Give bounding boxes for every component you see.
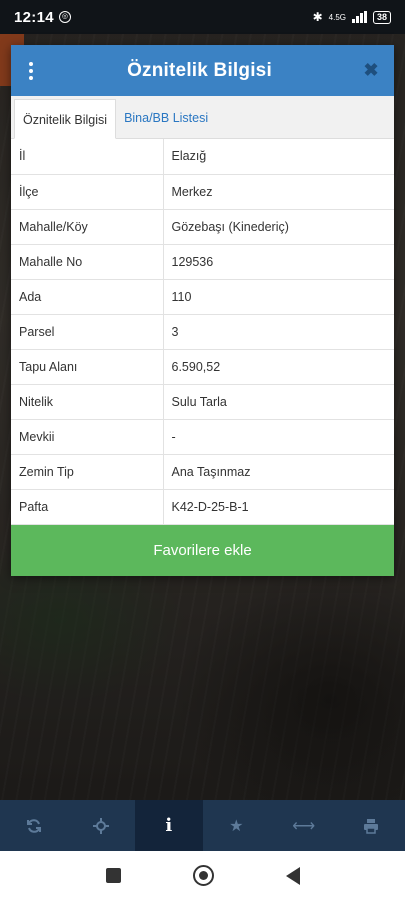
attribute-value: K42-D-25-B-1 [163,489,394,525]
attribute-key: Ada [11,279,164,315]
refresh-icon[interactable] [0,800,68,851]
table-row: İlçe Merkez [11,174,394,210]
menu-icon[interactable] [11,61,51,80]
status-time: 12:14 [14,8,54,26]
attribute-key: Zemin Tip [11,454,164,490]
bluetooth-icon: ✱ [312,10,323,24]
table-row: Pafta K42-D-25-B-1 [11,489,394,525]
attribute-key: Nitelik [11,384,164,420]
locate-icon[interactable] [68,800,136,851]
table-row: Mahalle No 129536 [11,244,394,280]
star-icon[interactable]: ★ [203,800,271,851]
attribute-value: Elazığ [163,139,394,175]
add-favorite-button[interactable]: Favorilere ekle [11,525,394,576]
attribute-key: Mahalle/Köy [11,209,164,245]
table-row: Parsel 3 [11,314,394,350]
attribute-value: 6.590,52 [163,349,394,385]
attribute-value: 129536 [163,244,394,280]
back-icon[interactable] [285,866,300,885]
table-row: Zemin Tip Ana Taşınmaz [11,454,394,490]
tab-bar: Öznitelik Bilgisi Bina/BB Listesi [11,96,394,139]
attribute-value: Gözebaşı (Kinederiç) [163,209,394,245]
home-icon[interactable] [192,865,214,886]
table-row: İl Elazığ [11,139,394,175]
dialog-header: Öznitelik Bilgisi ✖ [11,45,394,96]
attribute-value: 3 [163,314,394,350]
status-bar: 12:14 ◎ ✱ 4.5G 38 [0,0,405,34]
attribute-key: İl [11,139,164,175]
tab-attribute-info[interactable]: Öznitelik Bilgisi [14,99,117,139]
tab-building-list[interactable]: Bina/BB Listesi [116,98,216,138]
info-icon[interactable]: i [135,800,203,851]
close-icon[interactable]: ✖ [348,60,394,81]
attribute-key: Parsel [11,314,164,350]
signal-icon [351,11,367,23]
bottom-toolbar: i ★ ⟷ [0,800,405,851]
battery-icon: 38 [372,10,391,24]
attribute-value: Merkez [163,174,394,210]
dialog-title: Öznitelik Bilgisi [127,59,272,81]
attribute-value: Sulu Tarla [163,384,394,420]
attribute-key: Tapu Alanı [11,349,164,385]
print-icon[interactable] [338,800,405,851]
table-row: Tapu Alanı 6.590,52 [11,349,394,385]
attribute-value: 110 [163,279,394,315]
attribute-key: Pafta [11,489,164,525]
notification-icon: ◎ [58,11,71,23]
system-nav-bar [0,851,405,900]
recents-icon[interactable] [105,868,121,883]
attribute-dialog: Öznitelik Bilgisi ✖ Öznitelik Bilgisi Bi… [11,45,394,576]
status-icons: ✱ 4.5G 38 [313,10,391,24]
attribute-table: İl Elazığ İlçe Merkez Mahalle/Köy Gözebaşı (K… [11,139,394,525]
attribute-key: Mahalle No [11,244,164,280]
attribute-key: Mevkii [11,419,164,455]
table-row: Ada 110 [11,279,394,315]
network-label: 4.5G [328,12,346,22]
table-row: Nitelik Sulu Tarla [11,384,394,420]
table-row: Mahalle/Köy Gözebaşı (Kinederiç) [11,209,394,245]
measure-icon[interactable]: ⟷ [270,800,338,851]
attribute-key: İlçe [11,174,164,210]
table-row: Mevkii - [11,419,394,455]
attribute-value: Ana Taşınmaz [163,454,394,490]
attribute-value: - [163,419,394,455]
